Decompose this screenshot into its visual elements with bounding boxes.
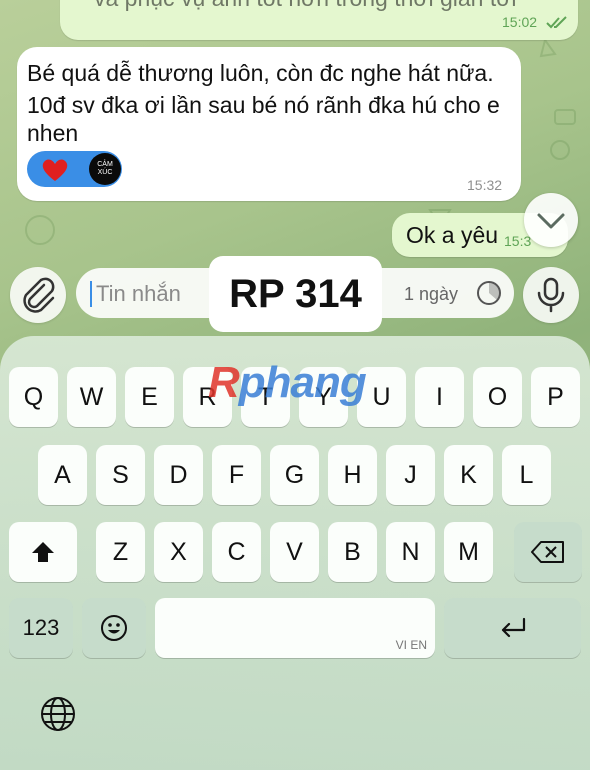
space-key-label: VI EN [395, 638, 427, 652]
timer-icon[interactable] [474, 278, 504, 308]
shift-key[interactable] [9, 522, 77, 582]
paperclip-icon [23, 277, 55, 313]
key-d[interactable]: D [154, 445, 203, 505]
backspace-key[interactable] [514, 522, 582, 582]
check-double-icon [546, 16, 567, 29]
reaction-pill[interactable]: CẢM XÚC [27, 151, 122, 187]
return-icon [501, 617, 525, 638]
message-line-3: nhen [27, 120, 79, 146]
text-cursor [90, 281, 92, 307]
key-x[interactable]: X [154, 522, 203, 582]
shift-icon [32, 542, 54, 562]
backspace-icon [531, 541, 564, 563]
emoji-icon [101, 615, 127, 641]
key-w[interactable]: W [67, 367, 116, 427]
globe-icon[interactable] [39, 695, 77, 733]
key-l[interactable]: L [502, 445, 551, 505]
numbers-key[interactable]: 123 [9, 598, 73, 658]
incoming-message-bubble[interactable]: Bé quá dễ thương luôn, còn đc nghe hát n… [17, 47, 521, 201]
key-m[interactable]: M [444, 522, 493, 582]
reaction-avatar: CẢM XÚC [89, 153, 121, 185]
key-j[interactable]: J [386, 445, 435, 505]
heart-icon [42, 159, 68, 181]
message-line-1: Bé quá dễ thương luôn, còn đc nghe hát n… [27, 60, 494, 86]
auto-delete-timer-label: 1 ngày [404, 284, 459, 304]
key-z[interactable]: Z [96, 522, 145, 582]
key-f[interactable]: F [212, 445, 261, 505]
key-k[interactable]: K [444, 445, 493, 505]
voice-record-button[interactable] [523, 267, 579, 323]
message-line-2: 10đ sv đka ơi lần sau bé nó rãnh đka hú … [27, 92, 500, 118]
outgoing-message-bubble[interactable]: và phục vụ anh tốt hơn trong thời gian t… [60, 0, 578, 40]
key-i[interactable]: I [415, 367, 464, 427]
message-text: Ok a yêu [406, 222, 499, 248]
key-b[interactable]: B [328, 522, 377, 582]
key-v[interactable]: V [270, 522, 319, 582]
overlay-label: RP 314 [209, 256, 382, 332]
attach-button[interactable] [10, 267, 66, 323]
space-key[interactable]: VI EN [155, 598, 435, 658]
mic-icon [537, 277, 565, 313]
key-n[interactable]: N [386, 522, 435, 582]
emoji-key[interactable] [82, 598, 146, 658]
key-c[interactable]: C [212, 522, 261, 582]
key-h[interactable]: H [328, 445, 377, 505]
key-s[interactable]: S [96, 445, 145, 505]
key-p[interactable]: P [531, 367, 580, 427]
input-placeholder: Tin nhắn [96, 281, 181, 306]
message-time: 15:32 [467, 177, 503, 193]
key-o[interactable]: O [473, 367, 522, 427]
message-time: 15:02 [502, 14, 538, 30]
watermark-logo: Rphang [208, 358, 367, 407]
scroll-down-button[interactable] [524, 193, 578, 247]
key-e[interactable]: E [125, 367, 174, 427]
key-a[interactable]: A [38, 445, 87, 505]
chevron-down-icon [537, 213, 565, 229]
key-g[interactable]: G [270, 445, 319, 505]
return-key[interactable] [444, 598, 581, 658]
message-text: và phục vụ anh tốt hơn trong thời gian t… [94, 0, 516, 14]
key-q[interactable]: Q [9, 367, 58, 427]
